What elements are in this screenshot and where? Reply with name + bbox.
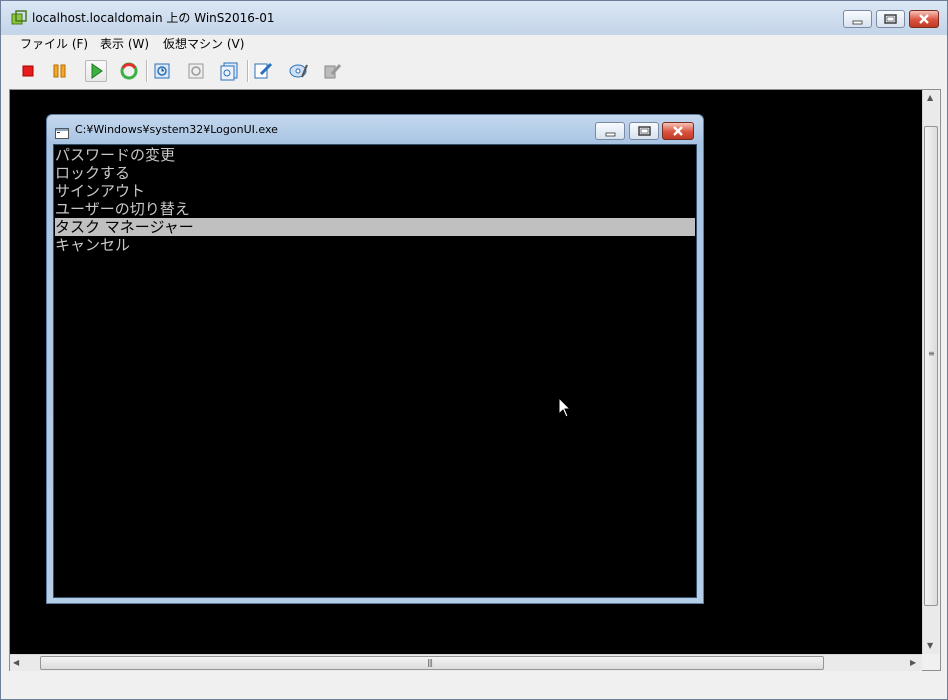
menu-view[interactable]: 表示 (W) <box>100 36 149 52</box>
toolbar <box>1 55 947 87</box>
console-app-icon <box>55 124 69 139</box>
logonui-maximize-button[interactable] <box>629 122 659 140</box>
close-button[interactable] <box>909 10 939 28</box>
menu-bar: ファイル (F) 表示 (W) 仮想マシン (V) <box>1 35 947 53</box>
close-icon <box>673 126 683 136</box>
restore-button[interactable] <box>876 10 905 28</box>
option-lock[interactable]: ロックする <box>55 164 695 182</box>
revert-snapshot-button[interactable] <box>186 60 208 82</box>
restore-icon <box>884 14 897 24</box>
horizontal-scrollbar[interactable]: ◀ ||| ▶ <box>10 654 922 671</box>
mouse-cursor-icon <box>558 397 572 418</box>
edit-settings-button[interactable] <box>253 60 275 82</box>
title-bar[interactable]: localhost.localdomain 上の WinS2016-01 <box>1 1 947 35</box>
play-button[interactable] <box>85 60 107 82</box>
minimize-icon <box>605 132 616 137</box>
toolbar-separator <box>146 60 148 82</box>
manage-snapshots-icon <box>220 62 238 81</box>
scroll-down-arrow-icon[interactable]: ▼ <box>927 641 933 651</box>
logonui-window: C:¥Windows¥system32¥LogonUI.exe パスワードの変更… <box>46 114 704 604</box>
logonui-close-button[interactable] <box>662 122 694 140</box>
scroll-left-arrow-icon[interactable]: ◀ <box>13 658 19 668</box>
stop-button[interactable] <box>17 60 39 82</box>
stop-icon <box>22 65 34 77</box>
logonui-title: C:¥Windows¥system32¥LogonUI.exe <box>75 123 278 136</box>
option-switch-user[interactable]: ユーザーの切り替え <box>55 200 695 218</box>
menu-vm[interactable]: 仮想マシン (V) <box>163 36 244 52</box>
scroll-up-arrow-icon[interactable]: ▲ <box>927 93 933 103</box>
reset-icon <box>120 62 138 80</box>
horizontal-scroll-thumb[interactable]: ||| <box>40 656 824 670</box>
logonui-minimize-button[interactable] <box>595 122 625 140</box>
cd-drive-button[interactable] <box>288 60 310 82</box>
manage-snapshots-button[interactable] <box>219 60 241 82</box>
vertical-scroll-thumb[interactable]: ≡ <box>924 126 938 606</box>
snapshot-button[interactable] <box>152 60 174 82</box>
maximize-icon <box>638 126 651 136</box>
menu-file[interactable]: ファイル (F) <box>20 36 88 52</box>
pause-button[interactable] <box>49 60 71 82</box>
window-title: localhost.localdomain 上の WinS2016-01 <box>32 11 275 25</box>
grip-icon: ≡ <box>928 349 935 358</box>
option-sign-out[interactable]: サインアウト <box>55 182 695 200</box>
edit-settings-icon <box>254 62 273 79</box>
revert-snapshot-icon <box>188 63 204 79</box>
option-change-password[interactable]: パスワードの変更 <box>55 146 695 164</box>
floppy-drive-button[interactable] <box>322 60 344 82</box>
cd-drive-icon <box>289 64 308 78</box>
grip-icon: ||| <box>427 658 433 667</box>
play-icon <box>91 63 103 79</box>
floppy-drive-icon <box>324 64 342 79</box>
scroll-right-arrow-icon[interactable]: ▶ <box>910 658 916 668</box>
vertical-scrollbar[interactable]: ▲ ≡ ▼ <box>922 90 939 654</box>
minimize-icon <box>852 20 863 25</box>
vm-app-icon <box>11 10 27 26</box>
logonui-client-area: パスワードの変更 ロックする サインアウト ユーザーの切り替え タスク マネージ… <box>53 144 697 598</box>
snapshot-icon <box>154 63 170 79</box>
reset-button[interactable] <box>118 60 140 82</box>
option-cancel[interactable]: キャンセル <box>55 236 695 254</box>
option-task-manager[interactable]: タスク マネージャー <box>55 218 695 236</box>
pause-icon <box>53 64 66 78</box>
close-icon <box>919 14 929 24</box>
minimize-button[interactable] <box>843 10 872 28</box>
toolbar-separator <box>247 60 249 82</box>
